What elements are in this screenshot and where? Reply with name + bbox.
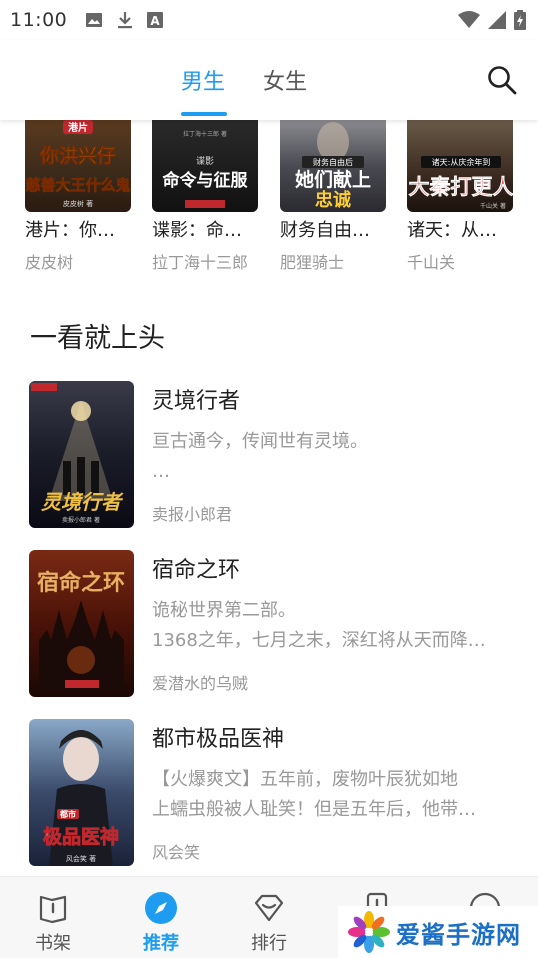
status-time: 11:00 [10, 9, 68, 31]
top-book-card[interactable]: 港片 你洪兴仔 慈善大王什么鬼 皮皮树 著 港片：你… 皮皮树 [25, 120, 131, 273]
book-author: 爱潜水的乌贼 [152, 674, 249, 693]
svg-text:A: A [151, 14, 161, 28]
svg-text:大秦打更人: 大秦打更人 [409, 175, 514, 199]
book-desc-line: 诡秘世界第二部。 [152, 600, 296, 621]
bottom-nav-ranking[interactable]: 排行 [234, 891, 304, 955]
top-book-author: 拉丁海十三郎 [152, 253, 249, 272]
book-author: 风会笑 [152, 843, 201, 862]
bottom-nav-label: 推荐 [143, 933, 179, 954]
book-list-item[interactable]: 宿命之环 宿命之环 诡秘世界第二部。 1368之年，七月之末，深红将从天而降… … [0, 550, 538, 700]
svg-text:卖报小郎君 著: 卖报小郎君 著 [62, 516, 100, 524]
book-description: 诡秘世界第二部。 1368之年，七月之末，深红将从天而降… [152, 596, 512, 658]
svg-text:她们献上: 她们献上 [295, 168, 371, 191]
book-desc-line: 亘古通今，传闻世有灵境。 [152, 431, 368, 452]
book-description: 【火爆爽文】五年前，废物叶辰犹如地 上蠕虫般被人耻笑！但是五年后，他带… [152, 765, 512, 827]
top-book-title: 谍影：命… [152, 220, 242, 241]
book-cover: 财务自由后 她们献上 忠诚 [280, 120, 386, 212]
bookshelf-icon [39, 895, 67, 924]
book-cover: 港片 你洪兴仔 慈善大王什么鬼 皮皮树 著 [25, 120, 131, 212]
bottom-nav-bookshelf[interactable]: 书架 [18, 891, 88, 955]
book-description: 亘古通今，传闻世有灵境。 … [152, 427, 512, 489]
svg-text:都市: 都市 [59, 809, 76, 819]
top-book-author: 皮皮树 [25, 253, 74, 272]
ranking-icon [254, 894, 284, 922]
svg-text:财务自由后: 财务自由后 [313, 157, 353, 167]
svg-text:极品医神: 极品医神 [43, 825, 119, 848]
book-desc-line: 1368之年，七月之末，深红将从天而降… [152, 630, 486, 651]
top-book-title: 诸天：从… [407, 220, 497, 241]
top-book-author: 肥狸骑士 [280, 253, 345, 272]
bottom-nav-label: 排行 [251, 933, 287, 954]
bottom-nav-recommend[interactable]: 推荐 [126, 891, 196, 955]
signal-icon [488, 11, 506, 29]
book-desc-line: 【火爆爽文】五年前，废物叶辰犹如地 [152, 769, 458, 790]
svg-text:谍影: 谍影 [196, 156, 214, 167]
top-book-title: 港片：你… [25, 220, 115, 241]
active-tab-indicator [181, 112, 227, 116]
svg-text:港片: 港片 [68, 121, 88, 134]
pinwheel-logo-icon [348, 911, 390, 953]
book-desc-line: … [152, 461, 170, 482]
top-books-row: 港片 你洪兴仔 慈善大王什么鬼 皮皮树 著 港片：你… 皮皮树 拉丁海十三郎 著… [0, 120, 538, 280]
status-bar: 11:00 A [0, 0, 538, 40]
svg-text:忠诚: 忠诚 [315, 190, 351, 211]
compass-icon [145, 892, 177, 924]
top-book-title: 财务自由… [280, 220, 370, 241]
book-cover: 诸天:从庆余年到 大秦打更人 千山关 著 [407, 120, 513, 212]
download-icon [118, 12, 133, 29]
section-title: 一看就上头 [30, 323, 165, 354]
top-book-author: 千山关 [407, 253, 456, 272]
battery-icon [514, 10, 526, 30]
svg-text:宿命之环: 宿命之环 [37, 570, 125, 596]
svg-text:命令与征服: 命令与征服 [162, 170, 249, 191]
tab-female[interactable]: 女生 [263, 64, 307, 96]
svg-text:你洪兴仔: 你洪兴仔 [39, 144, 116, 167]
book-list-item[interactable]: 都市 极品医神 风会笑 著 都市极品医神 【火爆爽文】五年前，废物叶辰犹如地 上… [0, 719, 538, 869]
top-book-card[interactable]: 财务自由后 她们献上 忠诚 财务自由… 肥狸骑士 [280, 120, 386, 273]
book-title: 宿命之环 [152, 558, 241, 583]
tab-male[interactable]: 男生 [181, 64, 225, 96]
svg-text:风会笑 著: 风会笑 著 [66, 854, 96, 863]
book-cover: 灵境行者 卖报小郎君 著 [29, 381, 134, 528]
top-book-card[interactable]: 诸天:从庆余年到 大秦打更人 千山关 著 诸天：从… 千山关 [407, 120, 513, 273]
status-notification-icons: A [85, 11, 164, 29]
wifi-icon [458, 11, 480, 28]
top-nav: 男生 女生 [0, 40, 538, 120]
svg-text:灵境行者: 灵境行者 [41, 490, 124, 514]
bottom-nav-label: 书架 [35, 933, 71, 954]
svg-text:皮皮树 著: 皮皮树 著 [63, 199, 93, 208]
svg-text:诸天:从庆余年到: 诸天:从庆余年到 [432, 157, 491, 167]
book-desc-line: 上蠕虫般被人耻笑！但是五年后，他带… [152, 799, 476, 820]
book-cover: 拉丁海十三郎 著 谍影 命令与征服 [152, 120, 258, 212]
watermark: 爱酱手游网 [338, 906, 538, 958]
book-title: 灵境行者 [152, 389, 241, 414]
book-cover: 都市 极品医神 风会笑 著 [29, 719, 134, 866]
svg-text:拉丁海十三郎 著: 拉丁海十三郎 著 [183, 130, 227, 138]
book-cover: 宿命之环 [29, 550, 134, 697]
book-title: 都市极品医神 [152, 727, 285, 752]
image-icon [86, 13, 103, 27]
book-author: 卖报小郎君 [152, 505, 233, 524]
search-icon[interactable] [486, 64, 518, 96]
status-system-icons [458, 10, 526, 30]
svg-text:慈善大王什么鬼: 慈善大王什么鬼 [25, 176, 130, 194]
svg-text:千山关 著: 千山关 著 [480, 202, 506, 210]
book-list-item[interactable]: 灵境行者 卖报小郎君 著 灵境行者 亘古通今，传闻世有灵境。 … 卖报小郎君 [0, 381, 538, 531]
watermark-text: 爱酱手游网 [396, 920, 521, 949]
font-icon: A [147, 12, 164, 28]
top-book-card[interactable]: 拉丁海十三郎 著 谍影 命令与征服 谍影：命… 拉丁海十三郎 [152, 120, 258, 273]
content-scroll-area[interactable]: 港片 你洪兴仔 慈善大王什么鬼 皮皮树 著 港片：你… 皮皮树 拉丁海十三郎 著… [0, 120, 538, 876]
